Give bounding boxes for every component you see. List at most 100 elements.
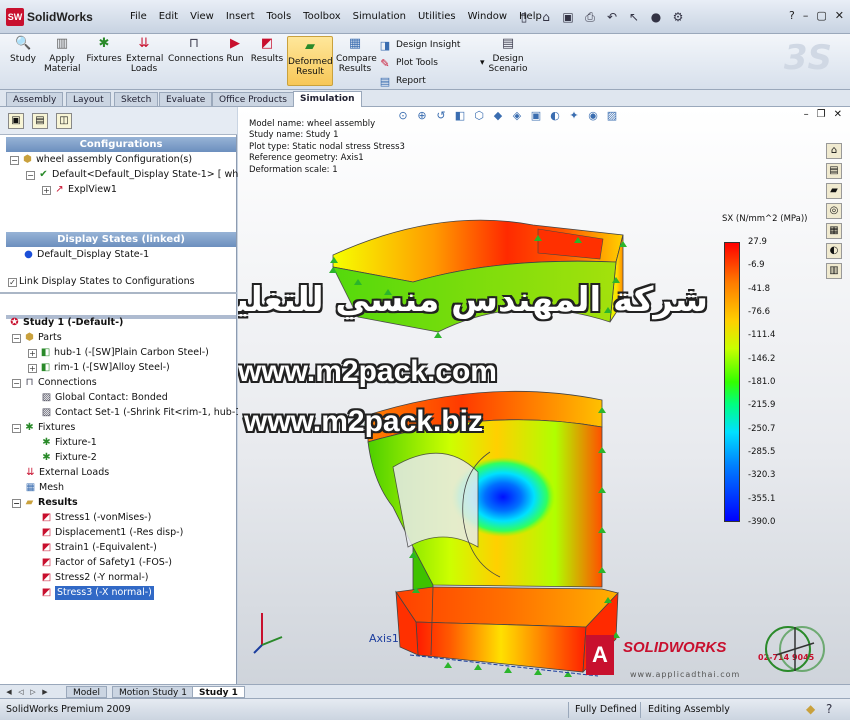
- close-icon[interactable]: ✕: [835, 9, 844, 22]
- tab-assembly[interactable]: Assembly: [6, 92, 64, 106]
- rebuild-icon[interactable]: ◆: [806, 702, 815, 716]
- design-insight-button[interactable]: ◨ Design Insight: [378, 36, 485, 54]
- new-document-icon[interactable]: ▯: [516, 9, 532, 25]
- collapse-icon[interactable]: −: [10, 155, 19, 165]
- help-icon[interactable]: ?: [826, 702, 832, 716]
- menu-edit[interactable]: Edit: [153, 11, 184, 22]
- tree-result-displacement1[interactable]: ◩ Displacement1 (-Res disp-): [40, 526, 184, 540]
- tab-simulation[interactable]: Simulation: [293, 91, 362, 107]
- plot-tools-button[interactable]: ✎ Plot Tools ▾: [378, 54, 484, 72]
- rebuild-traffic-light-icon[interactable]: ●: [648, 9, 664, 25]
- custom-properties-icon[interactable]: ▥: [826, 263, 842, 279]
- view-settings-icon[interactable]: ✦: [567, 109, 581, 123]
- study-root[interactable]: ✪ Study 1 (-Default-): [8, 316, 123, 330]
- nav-first-icon[interactable]: ◀: [4, 687, 14, 697]
- tab-office-products[interactable]: Office Products: [212, 92, 294, 106]
- restore-icon[interactable]: ❐: [817, 109, 826, 120]
- collapse-icon[interactable]: −: [26, 170, 35, 180]
- section-view-icon[interactable]: ◧: [453, 109, 467, 123]
- undo-icon[interactable]: ↶: [604, 9, 620, 25]
- tree-contact-set[interactable]: ▨ Contact Set-1 (-Shrink Fit<rim-1, hub-…: [40, 406, 250, 420]
- external-loads-button[interactable]: ⇊ External Loads: [126, 36, 163, 74]
- link-display-states-option[interactable]: ✓ Link Display States to Configurations: [8, 275, 195, 289]
- options-gear-icon[interactable]: ⚙: [670, 9, 686, 25]
- tab-model[interactable]: Model: [66, 686, 108, 698]
- configuration-manager-tab-icon[interactable]: ◫: [56, 113, 72, 129]
- tree-parts[interactable]: − ⬢ Parts: [12, 331, 62, 345]
- checkbox-checked-icon[interactable]: ✓: [8, 277, 17, 287]
- apply-material-button[interactable]: ▥ Apply Material: [44, 36, 81, 74]
- menu-toolbox[interactable]: Toolbox: [297, 11, 347, 22]
- app-logo[interactable]: SW SolidWorks: [6, 8, 93, 26]
- tree-result-stress2[interactable]: ◩ Stress2 (-Y normal-): [40, 571, 149, 585]
- search-icon[interactable]: ◎: [826, 203, 842, 219]
- run-button[interactable]: ▶ Run: [224, 36, 246, 64]
- tree-external-loads[interactable]: ⇊ External Loads: [24, 466, 109, 480]
- results-button[interactable]: ◩ Results: [250, 36, 284, 64]
- tree-rim[interactable]: + ◧ rim-1 (-[SW]Alloy Steel-): [28, 361, 170, 375]
- design-scenario-button[interactable]: ▤ Design Scenario: [486, 36, 530, 74]
- property-manager-tab-icon[interactable]: ▤: [32, 113, 48, 129]
- collapse-icon[interactable]: −: [12, 333, 21, 343]
- previous-view-icon[interactable]: ↺: [434, 109, 448, 123]
- zoom-to-area-icon[interactable]: ⊕: [415, 109, 429, 123]
- tree-fixtures[interactable]: − ✱ Fixtures: [12, 421, 75, 435]
- save-icon[interactable]: ▣: [560, 9, 576, 25]
- tree-result-stress1[interactable]: ◩ Stress1 (-vonMises-): [40, 511, 152, 525]
- compare-results-button[interactable]: ▦ Compare Results: [336, 36, 377, 74]
- design-library-icon[interactable]: ▤: [826, 163, 842, 179]
- menu-tools[interactable]: Tools: [261, 11, 298, 22]
- collapse-icon[interactable]: −: [12, 498, 21, 508]
- menu-utilities[interactable]: Utilities: [412, 11, 462, 22]
- tab-sketch[interactable]: Sketch: [114, 92, 159, 106]
- tab-evaluate[interactable]: Evaluate: [159, 92, 213, 106]
- file-explorer-icon[interactable]: ▰: [826, 183, 842, 199]
- edit-appearance-icon[interactable]: ▣: [529, 109, 543, 123]
- tab-layout[interactable]: Layout: [66, 92, 111, 106]
- expand-icon[interactable]: +: [42, 185, 51, 195]
- tree-mesh[interactable]: ▦ Mesh: [24, 481, 64, 495]
- feature-manager-tab-icon[interactable]: ▣: [8, 113, 24, 129]
- tree-result-fos1[interactable]: ◩ Factor of Safety1 (-FOS-): [40, 556, 172, 570]
- nav-last-icon[interactable]: ▶: [40, 687, 50, 697]
- menu-window[interactable]: Window: [462, 11, 513, 22]
- tab-study-1[interactable]: Study 1: [192, 686, 245, 698]
- config-default[interactable]: − ✔ Default<Default_Display State-1> [ w…: [26, 168, 253, 182]
- tab-motion-study-1[interactable]: Motion Study 1: [112, 686, 194, 698]
- connections-button[interactable]: ⊓ Connections: [168, 36, 224, 64]
- view-orientation-icon[interactable]: ⬡: [472, 109, 486, 123]
- open-folder-icon[interactable]: ⌂: [538, 9, 554, 25]
- minimize-icon[interactable]: –: [803, 9, 809, 22]
- collapse-icon[interactable]: −: [12, 423, 21, 433]
- tree-fixture-1[interactable]: ✱ Fixture-1: [40, 436, 97, 450]
- fixtures-button[interactable]: ✱ Fixtures: [86, 36, 122, 64]
- maximize-icon[interactable]: ▢: [816, 9, 826, 22]
- help-icon[interactable]: ?: [789, 9, 795, 22]
- deformed-result-button[interactable]: ▰ Deformed Result: [287, 36, 333, 86]
- expand-icon[interactable]: +: [28, 363, 37, 373]
- tree-result-strain1[interactable]: ◩ Strain1 (-Equivalent-): [40, 541, 157, 555]
- study-button[interactable]: 🔍 Study: [8, 36, 38, 64]
- report-button[interactable]: ▤ Report: [378, 72, 485, 90]
- realview-icon[interactable]: ◉: [586, 109, 600, 123]
- config-root[interactable]: − ⬢ wheel assembly Configuration(s): [10, 153, 192, 167]
- apply-scene-icon[interactable]: ◐: [548, 109, 562, 123]
- hide-show-items-icon[interactable]: ◈: [510, 109, 524, 123]
- tree-results[interactable]: − ▰ Results: [12, 496, 78, 510]
- menu-simulation[interactable]: Simulation: [347, 11, 412, 22]
- nav-next-icon[interactable]: ▷: [28, 687, 38, 697]
- tree-result-stress3[interactable]: ◩ Stress3 (-X normal-): [40, 586, 154, 600]
- tree-global-contact[interactable]: ▨ Global Contact: Bonded: [40, 391, 168, 405]
- select-arrow-icon[interactable]: ↖: [626, 9, 642, 25]
- menu-insert[interactable]: Insert: [220, 11, 261, 22]
- display-state-item[interactable]: ● Default_Display State-1: [22, 248, 149, 262]
- shadows-icon[interactable]: ▨: [605, 109, 619, 123]
- menu-file[interactable]: File: [124, 11, 153, 22]
- tree-fixture-2[interactable]: ✱ Fixture-2: [40, 451, 97, 465]
- expand-icon[interactable]: +: [28, 348, 37, 358]
- solidworks-resources-icon[interactable]: ⌂: [826, 143, 842, 159]
- minimize-icon[interactable]: –: [804, 109, 809, 120]
- menu-view[interactable]: View: [184, 11, 220, 22]
- view-palette-icon[interactable]: ▦: [826, 223, 842, 239]
- display-style-icon[interactable]: ◆: [491, 109, 505, 123]
